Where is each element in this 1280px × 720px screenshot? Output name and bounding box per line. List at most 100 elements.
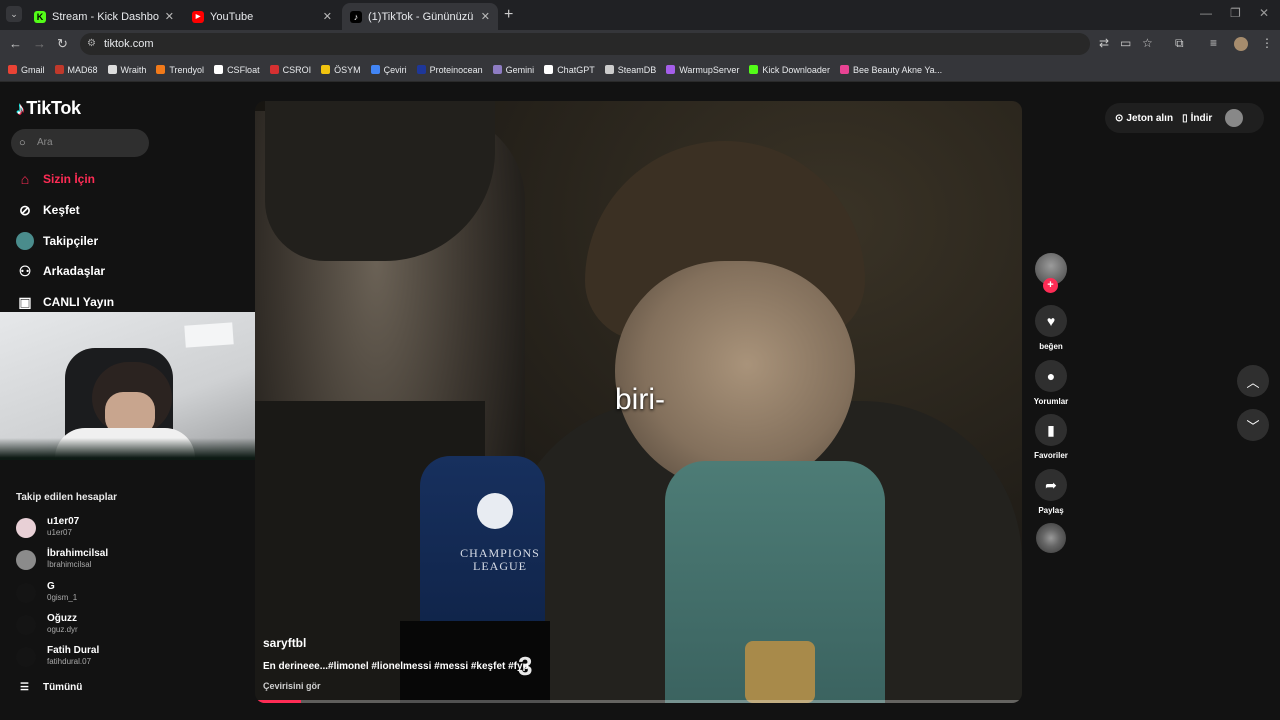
bookmark-favicon-icon [604,65,614,74]
bookmark-item[interactable]: Çeviri [370,65,407,75]
bookmark-item[interactable]: SteamDB [604,65,656,75]
bookmark-item[interactable]: Bee Beauty Akne Ya... [839,64,943,75]
see-all-button[interactable]: ☰ Tümünü [20,682,82,693]
search-input[interactable]: ○ Ara [11,129,149,157]
site-info-icon[interactable]: ⚙ [87,33,96,55]
video-player[interactable]: CHAMPIONS LEAGUE 3 biri- saryftbl En der… [255,101,1022,703]
bookmark-item[interactable]: Gemini [492,65,534,75]
bookmark-item[interactable]: MAD68 [54,65,98,75]
champions-league-logo [477,493,513,529]
avatar [16,583,36,603]
bookmark-favicon-icon [749,65,759,74]
bookmark-item[interactable]: CSFloat [214,65,260,75]
bookmark-label: Gmail [21,64,45,75]
search-placeholder: Ara [37,137,53,148]
address-bar[interactable]: ⚙ tiktok.com [80,33,1090,55]
comments-action[interactable]: ● Yorumlar [1030,360,1072,406]
translate-icon[interactable]: ⇄ [1099,36,1109,50]
bookmark-item[interactable]: CSROI [269,65,311,75]
tab-search-button[interactable]: ⌄ [6,6,22,22]
bookmark-item[interactable]: Proteinocean [416,64,483,75]
user-avatar[interactable] [1225,109,1244,127]
video-progress-fill [255,700,302,703]
follow-plus-button[interactable]: + [1043,278,1058,293]
bookmark-item[interactable]: ChatGPT [544,65,595,75]
bookmark-favicon-icon [492,65,502,74]
bookmark-item[interactable]: Wraith [107,65,146,75]
close-tab-icon[interactable]: ✕ [165,10,174,23]
bookmark-item[interactable]: ÖSYM [321,65,361,75]
browser-tab-kick[interactable]: K Stream - Kick Dashboard ✕ [26,3,182,30]
browser-menu-icon[interactable]: ⋮ [1261,36,1273,50]
kick-favicon-icon: K [34,10,46,23]
tiktok-page: ♪ TikTok ○ Ara ⌂ Sizin İçin ⊘ Keşfet Tak… [0,83,1280,720]
nav-following[interactable]: Takipçiler [16,232,98,250]
account-name: Oğuzz [47,613,77,624]
bookmark-star-icon[interactable]: ☆ [1142,36,1153,50]
bookmark-item[interactable]: Trendyol [156,65,204,75]
sound-disc-icon[interactable] [1036,523,1066,553]
close-tab-icon[interactable]: ✕ [481,10,490,23]
url-text: tiktok.com [104,38,154,50]
nav-label: Keşfet [43,203,80,217]
profile-avatar[interactable] [1234,37,1248,51]
nav-for-you[interactable]: ⌂ Sizin İçin [16,170,95,188]
bookmark-favicon-icon [156,65,166,74]
nav-explore[interactable]: ⊘ Keşfet [16,201,80,219]
restore-icon[interactable]: ❐ [1230,6,1241,20]
compass-icon: ⊘ [19,201,31,218]
following-accounts-title: Takip edilen hesaplar [16,492,117,503]
favorites-action[interactable]: ▮ Favoriler [1030,414,1072,460]
share-action[interactable]: ➦ Paylaş [1030,469,1072,515]
new-tab-button[interactable]: + [504,6,513,24]
browser-tab-tiktok[interactable]: ♪ (1)TikTok - Gününüzü Güzelleştir ✕ [342,3,498,30]
bookmark-label: Proteinocean [429,64,483,75]
nav-live[interactable]: ▣ CANLI Yayın [16,293,114,311]
forward-icon[interactable]: → [33,36,46,51]
extensions-icon[interactable]: ⧉ [1175,36,1184,51]
back-icon[interactable]: ← [9,36,22,51]
nav-friends[interactable]: ⚇ Arkadaşlar [16,262,105,280]
bookmark-favicon-icon [269,65,279,74]
bookmark-label: CSFloat [227,64,260,75]
next-video-button[interactable]: ﹀ [1237,409,1269,441]
comment-icon[interactable]: ● [1035,360,1067,392]
webcam-overlay [0,312,270,460]
video-author[interactable]: saryftbl [263,636,306,650]
cast-icon[interactable]: ▭ [1120,36,1131,50]
get-coins-button[interactable]: ⊙ Jeton alın [1115,113,1173,124]
bookmark-favicon-icon [54,65,64,74]
video-progress-bar[interactable] [255,700,1022,703]
bookmark-item[interactable]: Kick Downloader [749,65,830,75]
account-name: İbrahimcilsal [47,548,109,559]
browser-tab-youtube[interactable]: ▶ YouTube ✕ [184,3,340,30]
minimize-icon[interactable]: — [1200,6,1212,20]
media-control-icon[interactable]: ≡ [1210,36,1217,50]
account-name: Fatih Dural [47,645,100,656]
share-arrow-icon[interactable]: ➦ [1035,469,1067,501]
bookmark-label: Bee Beauty Akne Ya... [852,64,943,75]
previous-video-button[interactable]: ︿ [1237,365,1269,397]
bookmark-label: Trendyol [169,64,205,75]
reload-icon[interactable]: ↻ [57,36,68,52]
bookmark-icon[interactable]: ▮ [1035,414,1067,446]
phone-icon: ▯ [1182,112,1188,124]
bookmark-item[interactable]: WarmupServer [666,65,739,75]
bookmark-label: ÖSYM [334,64,361,75]
heart-icon[interactable]: ♥ [1035,305,1067,337]
close-window-icon[interactable]: ✕ [1259,6,1269,20]
tiktok-logo[interactable]: ♪ TikTok [16,98,81,119]
account-handle: u1er07 [47,528,72,537]
bookmark-item[interactable]: Gmail [8,65,45,75]
download-app-button[interactable]: ▯ İndir [1182,113,1212,124]
mic-flag-text: CHAMPIONS LEAGUE [460,546,540,573]
browser-tab-strip: ⌄ K Stream - Kick Dashboard ✕ ▶ YouTube … [0,0,1280,30]
close-tab-icon[interactable]: ✕ [323,10,332,23]
followers-avatar-icon [16,232,34,250]
tab-title: Stream - Kick Dashboard [52,10,159,23]
coin-icon: ⊙ [1115,112,1124,124]
like-action[interactable]: ♥ beğen [1030,305,1072,351]
nav-label: Arkadaşlar [43,264,106,278]
account-name: G [47,581,55,592]
see-translation-link[interactable]: Çevirisini gör [263,681,321,691]
